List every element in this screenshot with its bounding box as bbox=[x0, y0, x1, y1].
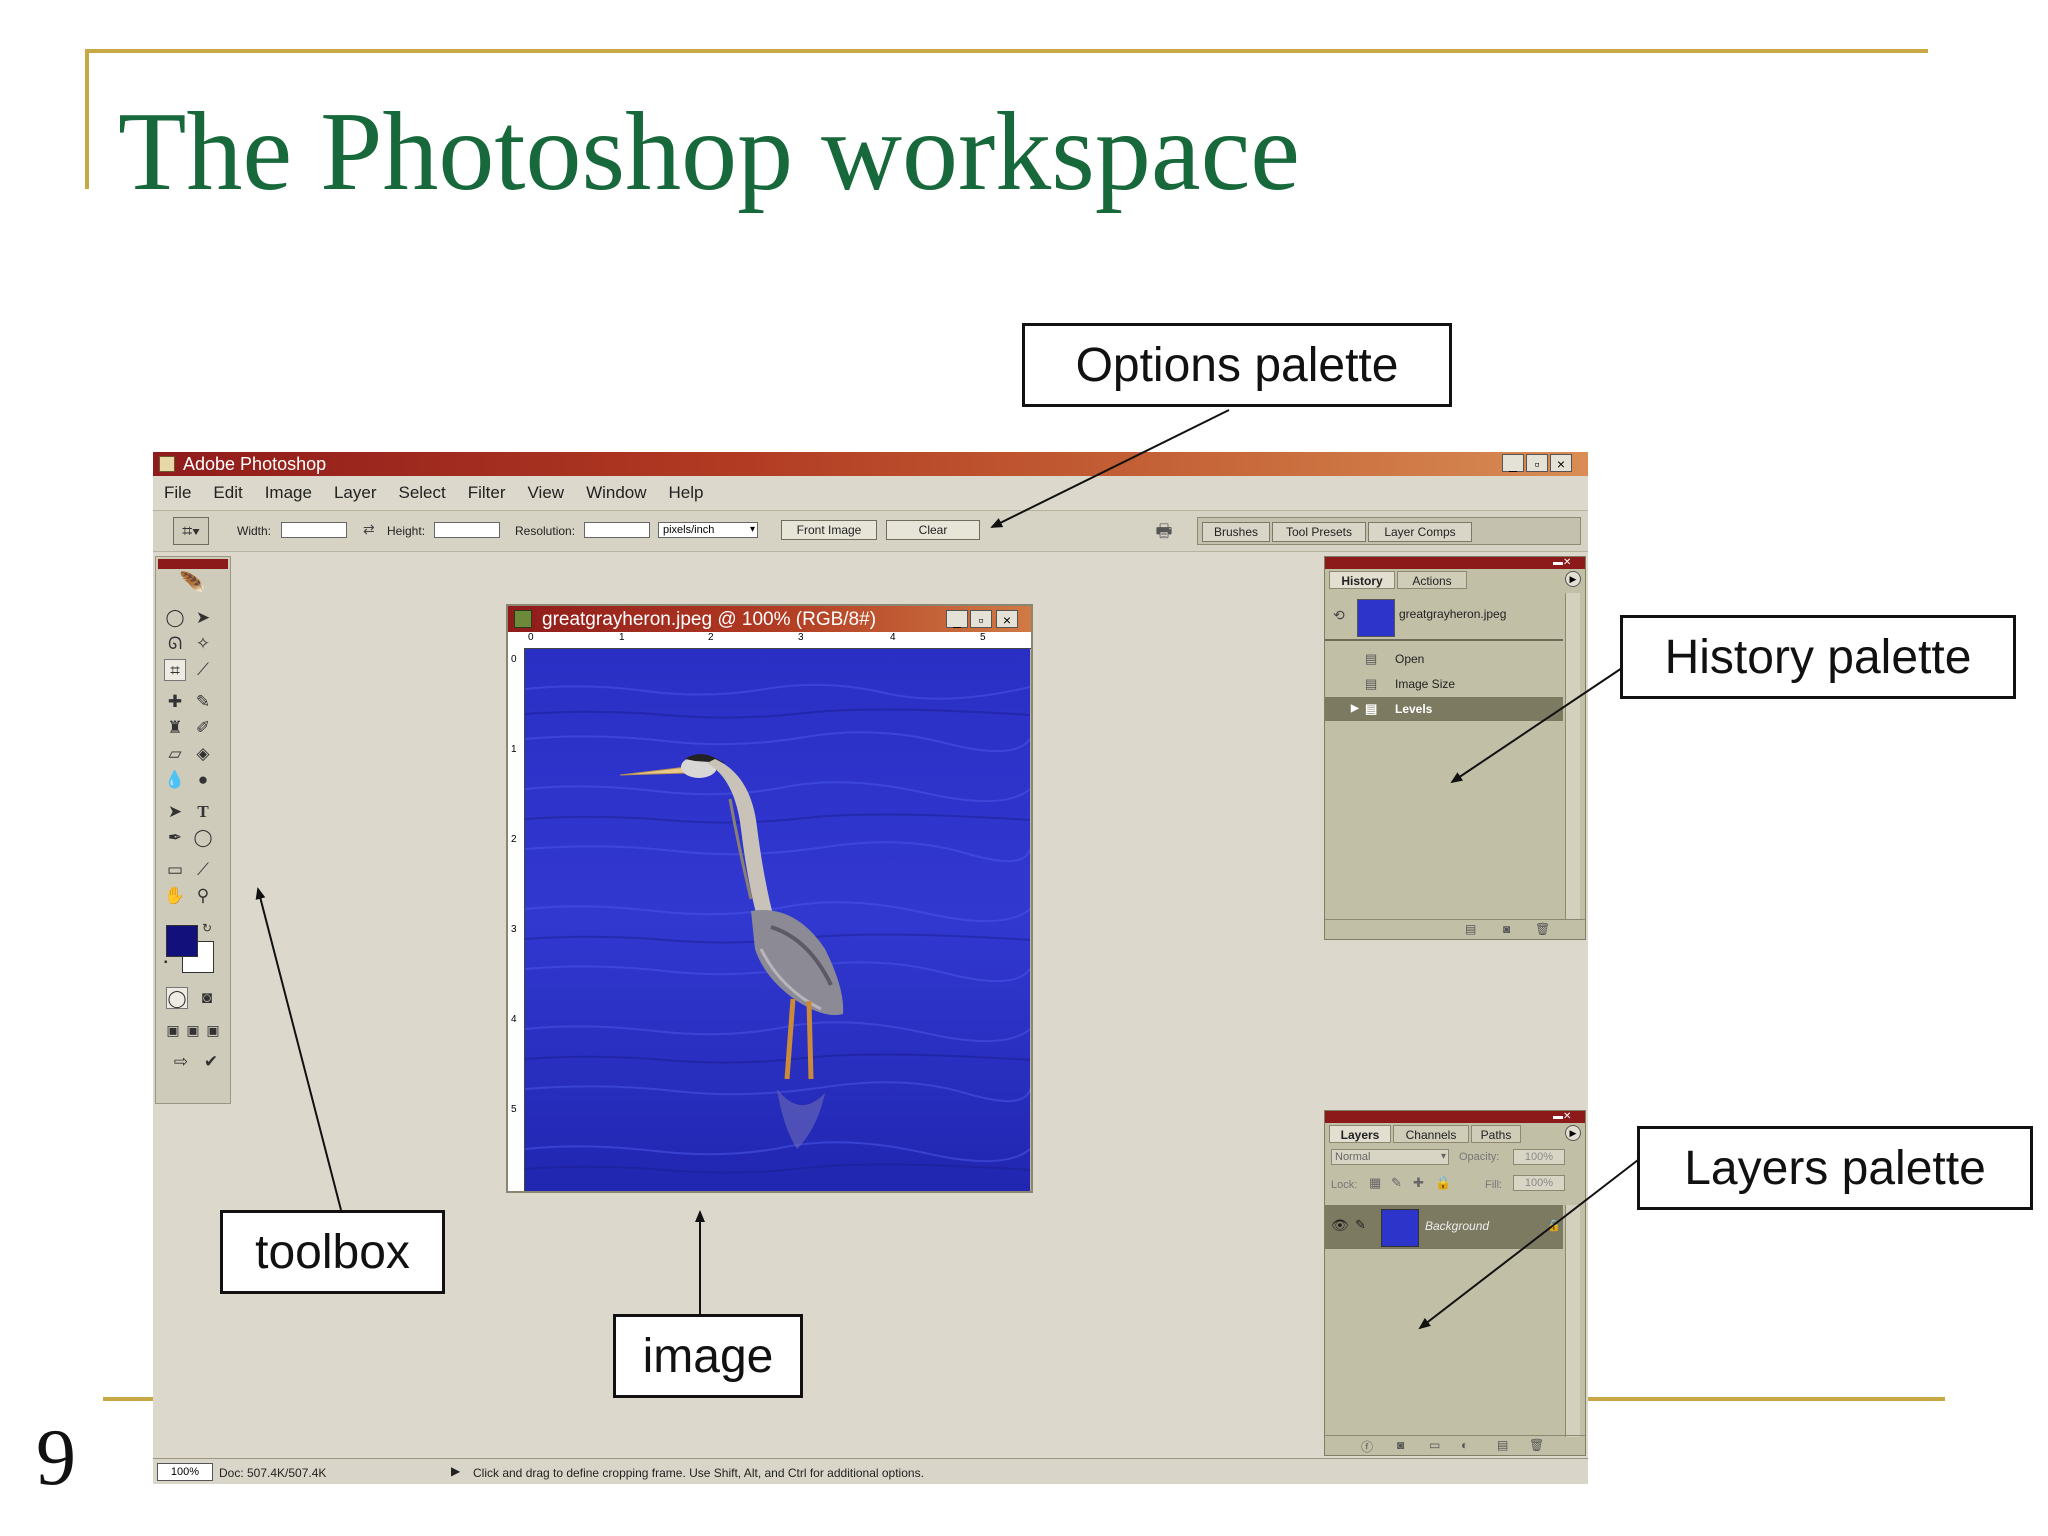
layers-palette-callout: Layers palette bbox=[1637, 1126, 2033, 1210]
layers-callout-arrow bbox=[1418, 1159, 1639, 1330]
history-callout-arrow bbox=[1450, 667, 1623, 784]
toolbox-callout-arrow bbox=[255, 887, 342, 1211]
options-callout-arrow bbox=[990, 409, 1230, 528]
annotation-arrows bbox=[255, 409, 1639, 1330]
history-palette-callout: History palette bbox=[1620, 615, 2016, 699]
toolbox-callout: toolbox bbox=[220, 1210, 445, 1294]
options-palette-callout: Options palette bbox=[1022, 323, 1452, 407]
image-callout: image bbox=[613, 1314, 803, 1398]
